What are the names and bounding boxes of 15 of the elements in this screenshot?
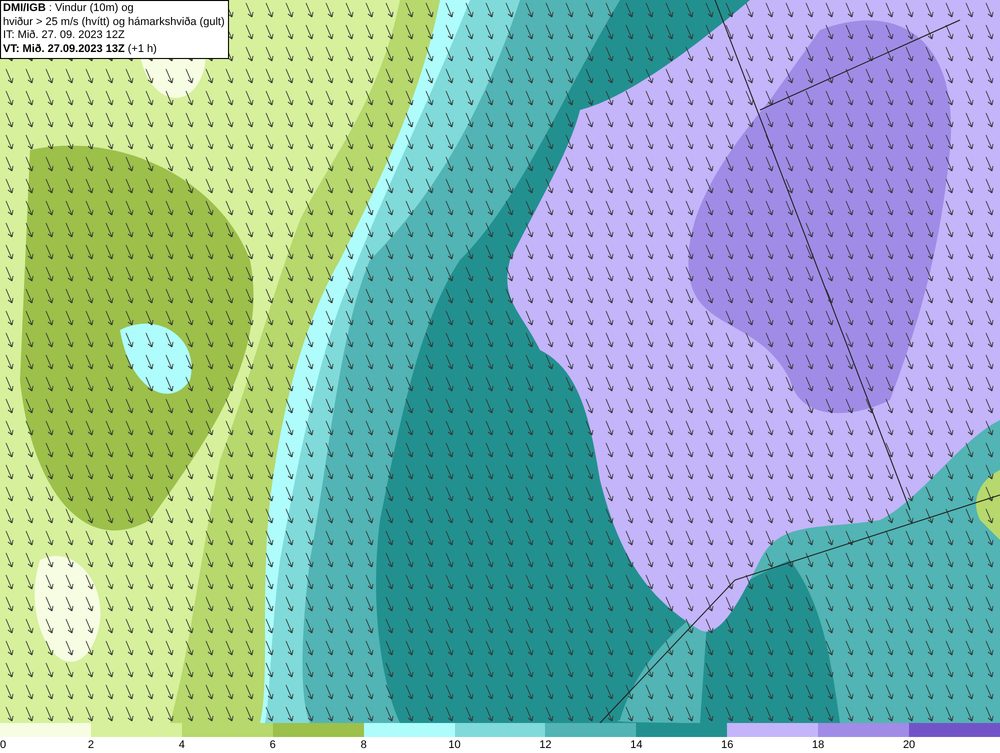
title-line: DMI/IGB : Vindur (10m) og — [3, 2, 135, 16]
title-line: hviður > 25 m/s (hvítt) og hámarkshviða (gult) — [3, 16, 225, 29]
legend-tick-label: 20 — [902, 739, 916, 751]
legend-tick-label: 10 — [448, 739, 461, 751]
title-line: IT: Mið. 27. 09. 2023 12Z — [3, 29, 126, 42]
title-line: VT: Mið. 27.09.2023 13Z (+1 h) — [3, 42, 158, 56]
legend-tick-label: 0 — [0, 739, 6, 751]
legend-tick-label: 4 — [178, 739, 185, 751]
legend-tick-label: 12 — [539, 739, 552, 751]
legend-tick-label: 16 — [721, 739, 734, 751]
legend-tick-label: 14 — [630, 739, 642, 751]
legend-tick-label: 18 — [812, 739, 824, 751]
legend-tick-label: 2 — [88, 739, 94, 751]
legend-tick-label: 6 — [270, 739, 276, 751]
legend-tick-label: 8 — [360, 739, 367, 751]
